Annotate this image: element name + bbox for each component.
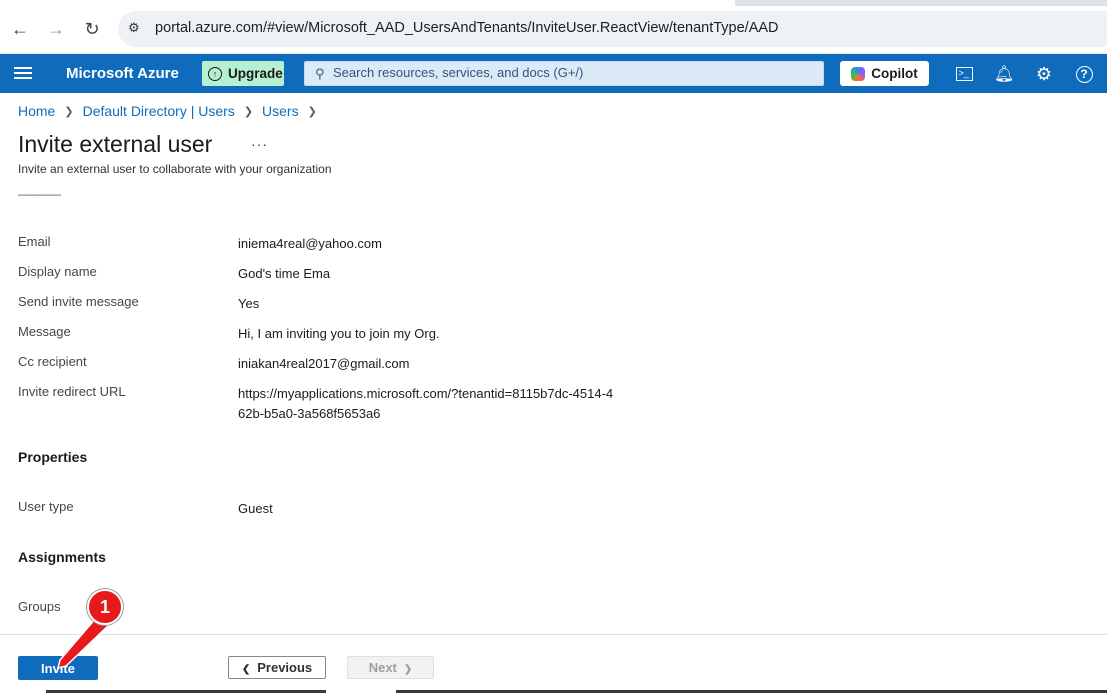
arrow-up-circle-icon: ↑ [208, 66, 222, 81]
breadcrumb: Home ❯ Default Directory | Users ❯ Users… [18, 103, 326, 119]
tab-strip [0, 0, 1107, 6]
next-button[interactable]: Next ❯ [347, 656, 434, 679]
breadcrumb-default-directory[interactable]: Default Directory | Users [83, 103, 235, 119]
chevron-right-icon: ❯ [307, 105, 317, 118]
row-value: Guest [238, 501, 273, 516]
reload-icon[interactable]: ↻ [80, 17, 104, 41]
site-settings-icon[interactable]: ⚙ [128, 20, 146, 38]
upgrade-label: Upgrade [228, 66, 283, 81]
search-box[interactable]: ⚲ [304, 61, 824, 86]
search-icon: ⚲ [315, 66, 325, 81]
row-value: Hi, I am inviting you to join my Org. [238, 326, 440, 341]
chevron-right-icon: ❯ [243, 105, 254, 118]
address-url[interactable]: portal.azure.com/#view/Microsoft_AAD_Use… [155, 20, 779, 36]
assignments-heading: Assignments [18, 549, 106, 565]
page-title: Invite external user [18, 131, 213, 157]
chevron-left-icon: ❮ [241, 664, 251, 675]
row-label: Invite redirect URL [18, 384, 126, 399]
breadcrumb-users[interactable]: Users [262, 103, 299, 119]
back-arrow-icon[interactable]: ← [8, 17, 32, 41]
notifications-bell-icon[interactable]: 🔔︎ [993, 63, 1015, 85]
step-badge: 1 [87, 589, 123, 625]
row-label: Message [18, 324, 71, 339]
next-label: Next [368, 660, 397, 675]
invite-button[interactable]: Invite [18, 656, 98, 680]
chevron-right-icon: ❯ [403, 664, 413, 675]
search-input[interactable] [333, 65, 813, 80]
copilot-label: Copilot [871, 66, 918, 81]
more-options-icon[interactable]: ··· [251, 136, 268, 152]
browser-toolbar: ← → ↻ ⚙ portal.azure.com/#view/Microsoft… [0, 0, 1107, 54]
previous-button[interactable]: ❮ Previous [228, 656, 326, 679]
page-subtitle: Invite an external user to collaborate w… [18, 162, 332, 176]
settings-gear-icon[interactable]: ⚙ [1033, 63, 1055, 85]
hamburger-menu-icon[interactable] [14, 64, 32, 82]
azure-header: Microsoft Azure ↑ Upgrade ⚲ Copilot >_ 🔔… [0, 54, 1107, 93]
wizard-footer: Invite ❮ Previous Next ❯ [0, 634, 1107, 693]
upgrade-button[interactable]: ↑ Upgrade [202, 61, 284, 86]
brand-title[interactable]: Microsoft Azure [66, 65, 179, 82]
row-label: User type [18, 499, 74, 514]
properties-heading: Properties [18, 449, 88, 465]
copilot-button[interactable]: Copilot [840, 61, 929, 86]
copilot-icon [851, 66, 866, 81]
previous-label: Previous [257, 660, 313, 675]
row-label: Cc recipient [18, 354, 87, 369]
scrolled-section-heading: ______ [18, 187, 62, 196]
row-value: Yes [238, 296, 260, 311]
row-value: iniema4real@yahoo.com [238, 236, 382, 251]
row-value: God's time Ema [238, 266, 331, 281]
row-value: iniakan4real2017@gmail.com [238, 356, 410, 371]
row-label: Display name [18, 264, 97, 279]
chevron-right-icon: ❯ [64, 105, 74, 118]
help-icon[interactable]: ? [1073, 63, 1095, 85]
address-bar[interactable]: ⚙ portal.azure.com/#view/Microsoft_AAD_U… [118, 11, 1107, 47]
row-label: Send invite message [18, 294, 139, 309]
row-label: Email [18, 234, 51, 249]
cloud-shell-icon[interactable]: >_ [953, 63, 975, 85]
row-value: https://myapplications.microsoft.com/?te… [238, 386, 614, 421]
forward-arrow-icon[interactable]: → [44, 17, 68, 41]
breadcrumb-home[interactable]: Home [18, 103, 55, 119]
